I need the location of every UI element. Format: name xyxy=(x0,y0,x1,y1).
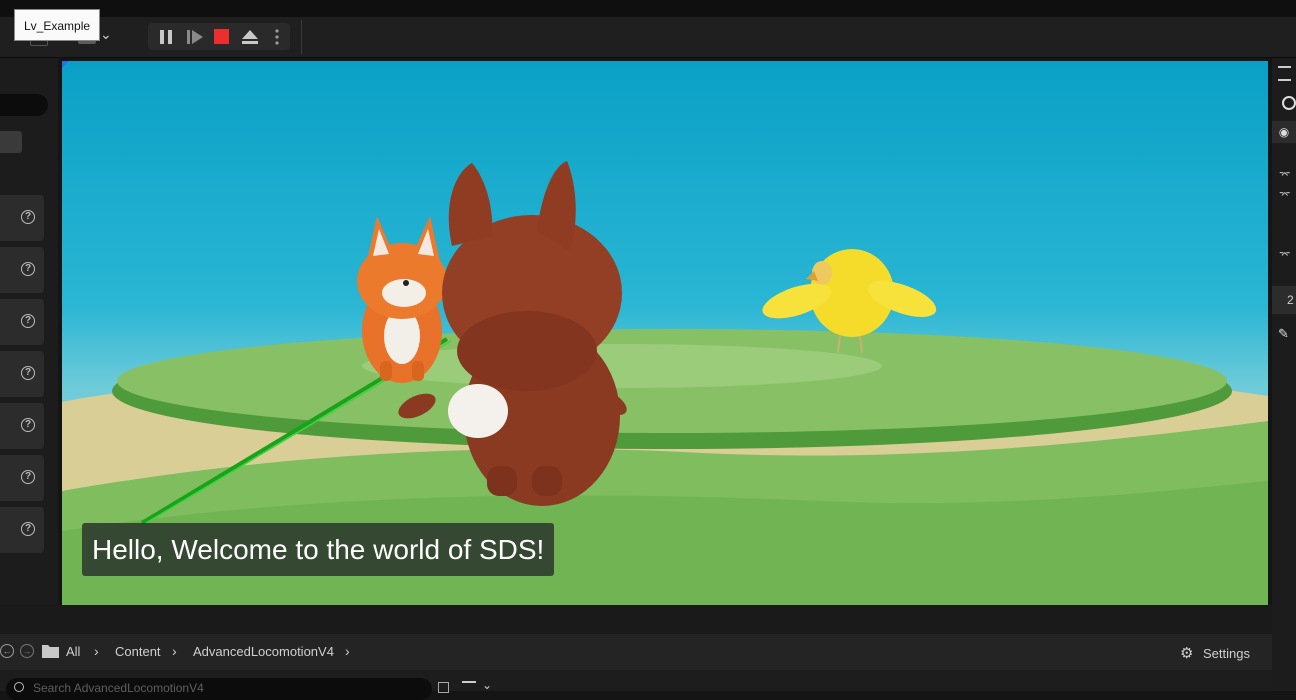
settings-button[interactable]: ⚙ Settings xyxy=(1180,644,1250,662)
left-row[interactable]: ? xyxy=(0,195,44,241)
help-icon[interactable]: ? xyxy=(21,366,35,380)
left-row[interactable]: ? xyxy=(0,351,44,397)
stop-icon[interactable] xyxy=(214,29,229,44)
left-panel: ? ? ? ? ? ? ? xyxy=(0,58,58,605)
left-row[interactable]: ? xyxy=(0,299,44,345)
title-bar xyxy=(0,0,1296,17)
right-panel: ◉ ⌤ ⌤ ⌤ 2 ✎ xyxy=(1272,58,1296,691)
hidden-eye-icon[interactable]: ⌤ xyxy=(1279,170,1291,181)
outliner-icon[interactable] xyxy=(1278,66,1291,81)
filter-icon[interactable] xyxy=(462,681,476,691)
help-icon[interactable]: ? xyxy=(21,210,35,224)
eject-icon[interactable] xyxy=(241,29,259,45)
back-icon[interactable]: ← xyxy=(0,644,14,658)
main-toolbar: ⌄ xyxy=(0,17,1296,58)
left-row[interactable]: ? xyxy=(0,455,44,501)
content-search-input[interactable]: Search AdvancedLocomotionV4 xyxy=(6,678,432,700)
content-browser-path-bar: ← → All › Content › AdvancedLocomotionV4… xyxy=(0,634,1272,670)
help-icon[interactable]: ? xyxy=(21,314,35,328)
breadcrumb-advanced-locomotion[interactable]: AdvancedLocomotionV4 xyxy=(193,644,334,659)
panel-gap xyxy=(0,605,1272,634)
subtitle-dialogue: Hello, Welcome to the world of SDS! xyxy=(82,523,555,576)
help-icon[interactable]: ? xyxy=(21,262,35,276)
left-row[interactable]: ? xyxy=(0,507,44,553)
chevron-right-icon[interactable]: › xyxy=(172,643,177,659)
help-icon[interactable]: ? xyxy=(21,522,35,536)
viewport-corner-marker xyxy=(62,61,69,68)
left-filter-toggle[interactable] xyxy=(0,131,22,153)
left-row[interactable]: ? xyxy=(0,403,44,449)
play-controls xyxy=(148,23,290,50)
help-icon[interactable]: ? xyxy=(21,470,35,484)
frame-skip-icon[interactable] xyxy=(186,29,204,45)
game-viewport[interactable]: Hello, Welcome to the world of SDS! xyxy=(62,61,1268,605)
detail-value: 2 xyxy=(1272,286,1296,314)
content-browser-search-row: Search AdvancedLocomotionV4 ⌄ xyxy=(0,670,1272,700)
chevron-right-icon[interactable]: › xyxy=(345,643,350,659)
level-tooltip: Lv_Example xyxy=(14,9,101,41)
breadcrumb-all[interactable]: All xyxy=(66,644,80,659)
pause-icon[interactable] xyxy=(158,29,174,45)
hidden-eye-icon[interactable]: ⌤ xyxy=(1279,250,1291,261)
fox-character xyxy=(357,216,447,383)
chevron-right-icon[interactable]: › xyxy=(94,643,99,659)
forward-icon[interactable]: → xyxy=(20,644,34,658)
folder-icon[interactable] xyxy=(42,644,59,658)
hidden-eye-icon[interactable]: ⌤ xyxy=(1279,190,1291,201)
save-icon[interactable] xyxy=(438,682,449,693)
help-icon[interactable]: ? xyxy=(21,418,35,432)
breadcrumb-content[interactable]: Content xyxy=(115,644,161,659)
more-vertical-icon[interactable] xyxy=(274,28,280,46)
left-row[interactable]: ? xyxy=(0,247,44,293)
search-icon[interactable] xyxy=(1282,96,1296,110)
toolbar-separator xyxy=(301,20,302,54)
gear-icon: ⚙ xyxy=(1179,645,1194,662)
close-icon[interactable]: ⌄ xyxy=(482,678,492,692)
chevron-down-icon[interactable]: ⌄ xyxy=(100,26,112,43)
settings-label: Settings xyxy=(1203,646,1250,661)
left-search-field[interactable] xyxy=(0,94,48,116)
search-placeholder: Search AdvancedLocomotionV4 xyxy=(33,681,204,695)
edit-icon[interactable]: ✎ xyxy=(1278,326,1292,341)
eye-icon[interactable]: ◉ xyxy=(1272,121,1296,143)
